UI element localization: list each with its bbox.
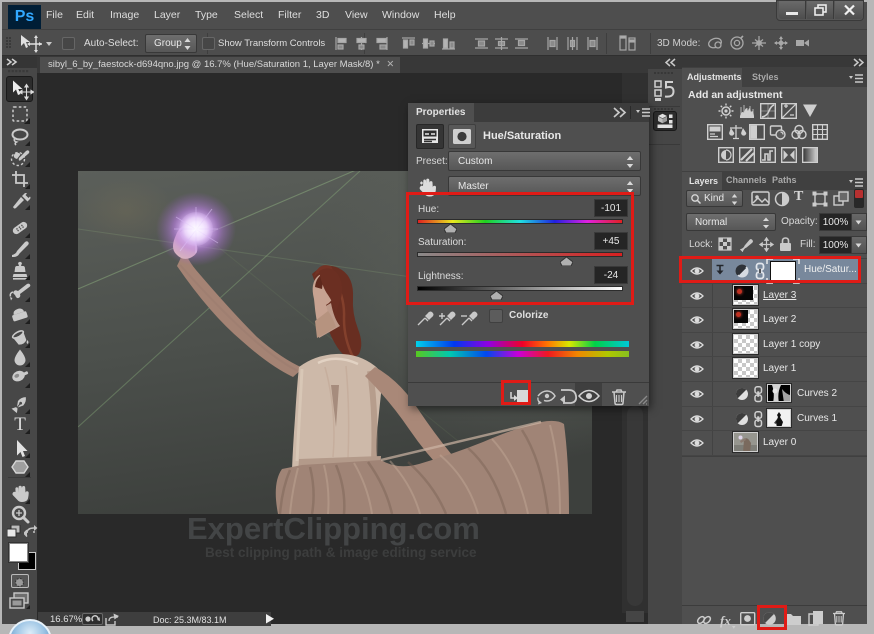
svg-text:fx: fx	[720, 613, 731, 628]
svg-text:T: T	[14, 414, 26, 435]
